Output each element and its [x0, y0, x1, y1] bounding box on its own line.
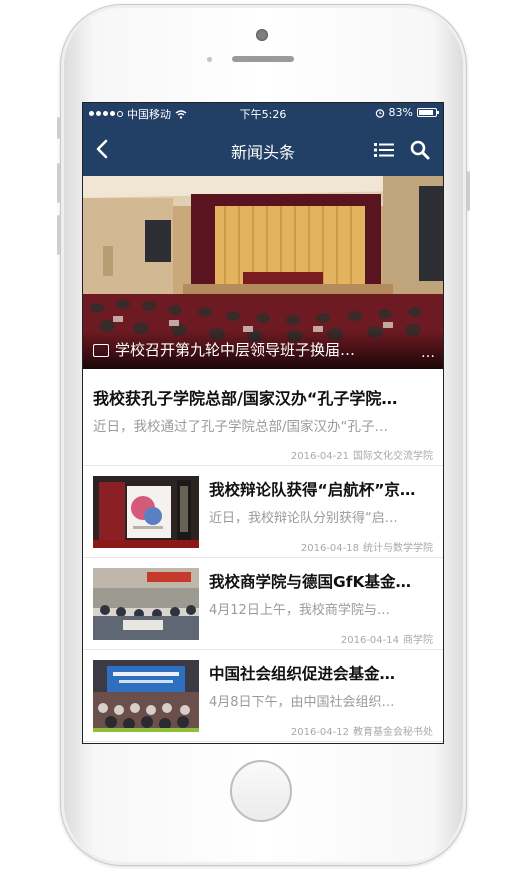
featured-article-summary: 近日，我校通过了孔子学院总部/国家汉办“孔子…	[93, 419, 389, 435]
battery-icon	[417, 108, 439, 117]
headline-caption-bar: 学校召开第九轮中层领导班子换届… …	[83, 331, 443, 369]
list-item[interactable]: 中国社会组织促进会基金… 4月8日下午，由中国社会组织… 2016-04-12 教…	[83, 650, 443, 742]
earpiece-speaker	[232, 56, 294, 62]
article-department: 商学院	[403, 635, 433, 646]
featured-article-title: 我校获孔子学院总部/国家汉办“孔子学院…	[93, 389, 398, 408]
list-icon[interactable]	[373, 141, 395, 159]
article-department: 国际文化交流学院	[353, 451, 433, 462]
headline-banner[interactable]: 学校召开第九轮中层领导班子换届… …	[83, 176, 443, 369]
article-summary: 4月12日上午，我校商学院与…	[209, 603, 390, 618]
article-date: 2016-04-14	[340, 635, 399, 646]
article-date: 2016-04-21	[290, 451, 349, 462]
volume-up-button	[57, 163, 60, 203]
home-button[interactable]	[230, 760, 292, 822]
article-date: 2016-04-12	[290, 727, 349, 738]
article-summary: 近日，我校辩论队分别获得“启…	[209, 511, 398, 526]
volume-down-button	[57, 215, 60, 255]
proximity-sensor	[207, 57, 212, 62]
article-date: 2016-04-18	[300, 543, 359, 554]
app-screen: 中国移动 下午5:26 83% 新闻头条 学校召开第九轮中层领导班子换届… … …	[82, 102, 444, 744]
list-item[interactable]: 我校辩论队获得“启航杯”京… 近日，我校辩论队分别获得“启… 2016-04-1…	[83, 466, 443, 558]
article-thumbnail	[93, 660, 199, 732]
search-icon[interactable]	[409, 139, 431, 161]
featured-article-meta: 2016-04-21 国际文化交流学院	[291, 447, 433, 462]
alarm-icon	[375, 108, 384, 118]
battery-percent: 83%	[388, 106, 413, 119]
top-bar: 中国移动 下午5:26 83% 新闻头条	[83, 103, 443, 176]
status-bar: 中国移动 下午5:26 83%	[83, 103, 443, 123]
status-right: 83%	[375, 106, 439, 119]
article-meta: 2016-04-12 教育基金会秘书处	[291, 723, 433, 738]
article-thumbnail	[93, 476, 199, 548]
pager-ellipsis: …	[421, 345, 435, 361]
mute-switch	[57, 117, 60, 139]
article-department: 教育基金会秘书处	[353, 727, 433, 738]
nav-bar: 新闻头条	[83, 125, 443, 175]
article-thumbnail	[93, 568, 199, 640]
front-camera	[256, 29, 268, 41]
headline-caption: 学校召开第九轮中层领导班子换届…	[115, 341, 356, 359]
article-title: 我校辩论队获得“启航杯”京…	[209, 481, 416, 499]
list-item[interactable]: 我校商学院与德国GfK基金… 4月12日上午，我校商学院与… 2016-04-1…	[83, 558, 443, 650]
article-title: 中国社会组织促进会基金…	[209, 665, 396, 683]
article-department: 统计与数学学院	[363, 543, 433, 554]
power-button	[467, 171, 470, 211]
article-summary: 4月8日下午，由中国社会组织…	[209, 695, 395, 710]
article-meta: 2016-04-14 商学院	[341, 631, 433, 646]
article-title: 我校商学院与德国GfK基金…	[209, 573, 411, 591]
image-icon	[93, 344, 109, 357]
article-meta: 2016-04-18 统计与数学学院	[301, 539, 433, 554]
featured-article[interactable]: 我校获孔子学院总部/国家汉办“孔子学院… 近日，我校通过了孔子学院总部/国家汉办…	[83, 369, 443, 466]
